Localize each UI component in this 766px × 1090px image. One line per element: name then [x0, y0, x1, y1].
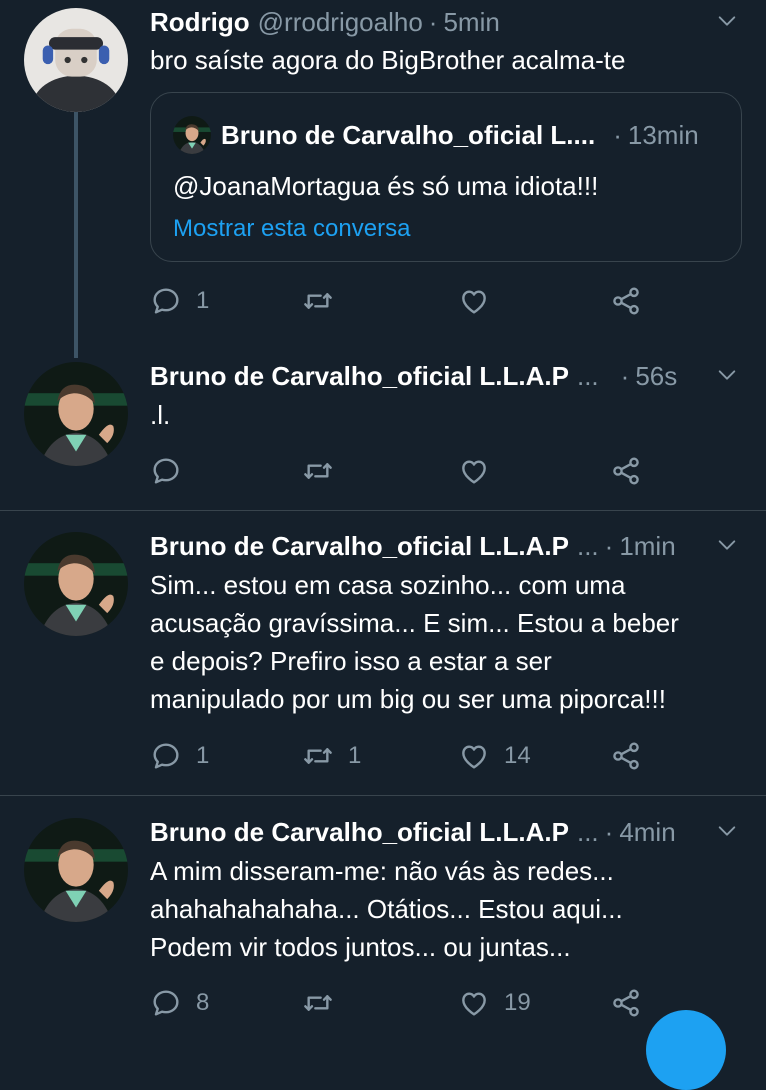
author-handle[interactable]: @rrodrigoalho	[258, 7, 423, 38]
show-conversation-link[interactable]: Mostrar esta conversa	[173, 215, 410, 243]
name-ellipsis: ...	[576, 360, 599, 391]
reply-icon	[150, 987, 182, 1019]
tweet-text-line: e depois? Prefiro isso a estar a ser	[150, 646, 552, 676]
chevron-down-icon[interactable]	[716, 820, 738, 842]
reply-button[interactable]: 8	[150, 983, 209, 1023]
share-icon	[610, 740, 642, 772]
tweet-header: Rodrigo @rrodrigoalho · 5min	[150, 2, 742, 42]
tweet-header: Bruno de Carvalho_oficial L.L.A.P ... · …	[150, 356, 742, 396]
retweet-button[interactable]	[302, 451, 334, 491]
quoted-tweet-time: 13min	[627, 119, 699, 150]
compose-tweet-button[interactable]	[646, 1010, 726, 1090]
quoted-author-name: Bruno de Carvalho_oficial L....	[221, 119, 596, 150]
divider	[0, 510, 766, 511]
heart-icon	[458, 740, 490, 772]
retweet-icon	[302, 740, 334, 772]
author-name[interactable]: Bruno de Carvalho_oficial L.L.A.P	[150, 531, 569, 562]
reply-count: 1	[196, 742, 210, 769]
author-name[interactable]: Bruno de Carvalho_oficial L.L.A.P	[150, 361, 569, 392]
name-ellipsis: ...	[576, 530, 599, 561]
separator-dot: ·	[613, 119, 622, 150]
retweet-icon	[302, 987, 334, 1019]
share-icon	[610, 987, 642, 1019]
tweet-header: Bruno de Carvalho_oficial L.L.A.P ... · …	[150, 526, 742, 566]
retweet-button[interactable]	[302, 281, 334, 321]
separator-dot: ·	[604, 816, 614, 847]
chevron-down-icon[interactable]	[716, 534, 738, 556]
separator-dot: ·	[620, 360, 630, 391]
separator-dot: ·	[604, 530, 614, 561]
tweet-text-line: A mim disseram-me: não vás às redes...	[150, 856, 614, 886]
divider	[0, 795, 766, 796]
tweet-actions: 1	[150, 281, 650, 321]
tweet-text-line: Podem vir todos juntos... ou juntas...	[150, 932, 571, 962]
like-button[interactable]: 14	[458, 736, 531, 776]
share-button[interactable]	[610, 451, 642, 491]
avatar[interactable]	[24, 362, 128, 466]
heart-icon	[458, 455, 490, 487]
tweet-text-line: Sim... estou em casa sozinho... com uma	[150, 570, 626, 600]
quoted-tweet-text: @JoanaMortagua és só uma idiota!!!	[173, 171, 599, 201]
author-name[interactable]: Rodrigo	[150, 7, 250, 38]
retweet-button[interactable]	[302, 983, 334, 1023]
like-button[interactable]	[458, 451, 490, 491]
heart-icon	[458, 987, 490, 1019]
share-icon	[610, 285, 642, 317]
tweet-time[interactable]: 1min	[619, 531, 675, 562]
tweet-time[interactable]: 5min	[443, 7, 499, 38]
retweet-icon	[302, 455, 334, 487]
tweet-text-line: acusação gravíssima... E sim... Estou a …	[150, 608, 679, 638]
reply-button[interactable]	[150, 451, 182, 491]
tweet-text: .l.	[150, 400, 171, 430]
chevron-down-icon[interactable]	[716, 364, 738, 386]
quoted-avatar	[173, 116, 211, 154]
retweet-count: 1	[348, 742, 362, 769]
tweet-text: bro saíste agora do BigBrother acalma-te	[150, 45, 626, 75]
separator-dot: ·	[428, 6, 438, 37]
heart-icon	[458, 285, 490, 317]
name-ellipsis: ...	[576, 816, 599, 847]
reply-icon	[150, 285, 182, 317]
tweet-time[interactable]: 4min	[619, 817, 675, 848]
share-button[interactable]	[610, 281, 642, 321]
reply-button[interactable]: 1	[150, 281, 209, 321]
chevron-down-icon[interactable]	[716, 10, 738, 32]
reply-count: 1	[196, 287, 210, 314]
like-button[interactable]: 19	[458, 983, 531, 1023]
tweet-actions	[150, 451, 650, 491]
like-count: 19	[504, 989, 531, 1016]
thread-line	[74, 110, 78, 358]
avatar[interactable]	[24, 532, 128, 636]
quoted-tweet[interactable]: Bruno de Carvalho_oficial L.... · 13min …	[150, 92, 742, 262]
share-button[interactable]	[610, 983, 642, 1023]
like-count: 14	[504, 742, 531, 769]
tweet-time[interactable]: 56s	[635, 361, 677, 392]
author-name[interactable]: Bruno de Carvalho_oficial L.L.A.P	[150, 817, 569, 848]
tweet-text: A mim disseram-me: não vás às redes... a…	[150, 852, 736, 966]
like-button[interactable]	[458, 281, 490, 321]
retweet-icon	[302, 285, 334, 317]
avatar[interactable]	[24, 8, 128, 112]
quoted-tweet-header: Bruno de Carvalho_oficial L.... · 13min	[173, 115, 699, 155]
reply-icon	[150, 455, 182, 487]
avatar[interactable]	[24, 818, 128, 922]
share-button[interactable]	[610, 736, 642, 776]
tweet-text-line: ahahahahahaha... Otátios... Estou aqui..…	[150, 894, 623, 924]
reply-count: 8	[196, 989, 210, 1016]
reply-icon	[150, 740, 182, 772]
tweet-text: Sim... estou em casa sozinho... com uma …	[150, 566, 736, 718]
tweet-header: Bruno de Carvalho_oficial L.L.A.P ... · …	[150, 812, 742, 852]
tweet-actions: 1 1 14	[150, 736, 650, 776]
reply-button[interactable]: 1	[150, 736, 209, 776]
tweet-actions: 8 19	[150, 983, 650, 1023]
tweet-text-line: manipulado por um big ou ser uma piporca…	[150, 684, 666, 714]
share-icon	[610, 455, 642, 487]
retweet-button[interactable]: 1	[302, 736, 361, 776]
